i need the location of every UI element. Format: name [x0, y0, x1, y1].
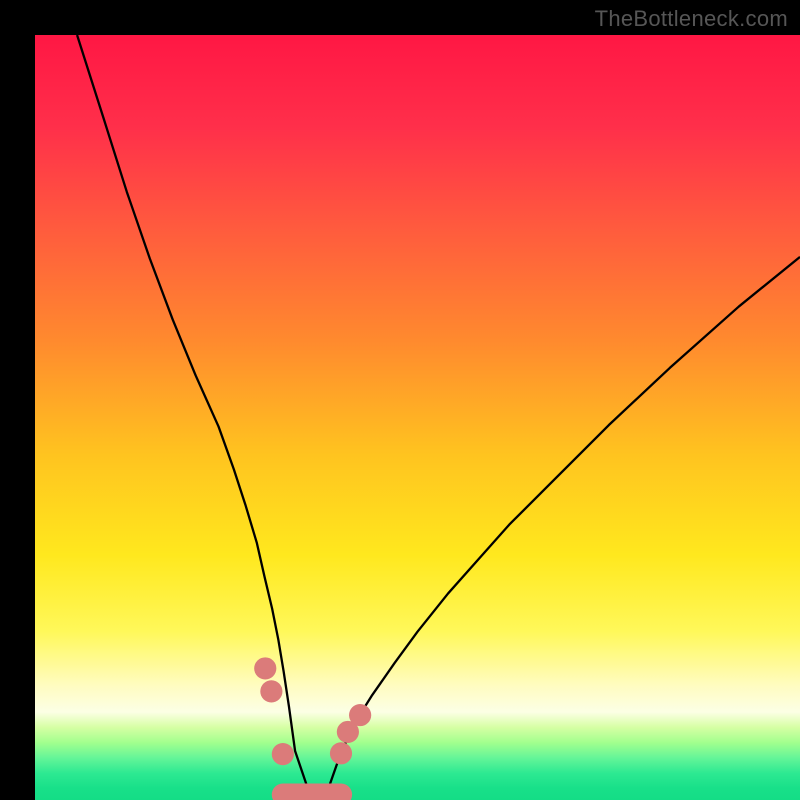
watermark-text: TheBottleneck.com [595, 6, 788, 32]
highlight-dot [330, 742, 352, 764]
highlight-dot [349, 704, 371, 726]
gradient-background [35, 35, 800, 800]
highlight-dot [272, 743, 294, 765]
bottleneck-chart-svg [35, 35, 800, 800]
chart-frame: TheBottleneck.com [0, 0, 800, 800]
highlight-dot [260, 680, 282, 702]
highlight-dot [254, 657, 276, 679]
plot-area [35, 35, 800, 800]
